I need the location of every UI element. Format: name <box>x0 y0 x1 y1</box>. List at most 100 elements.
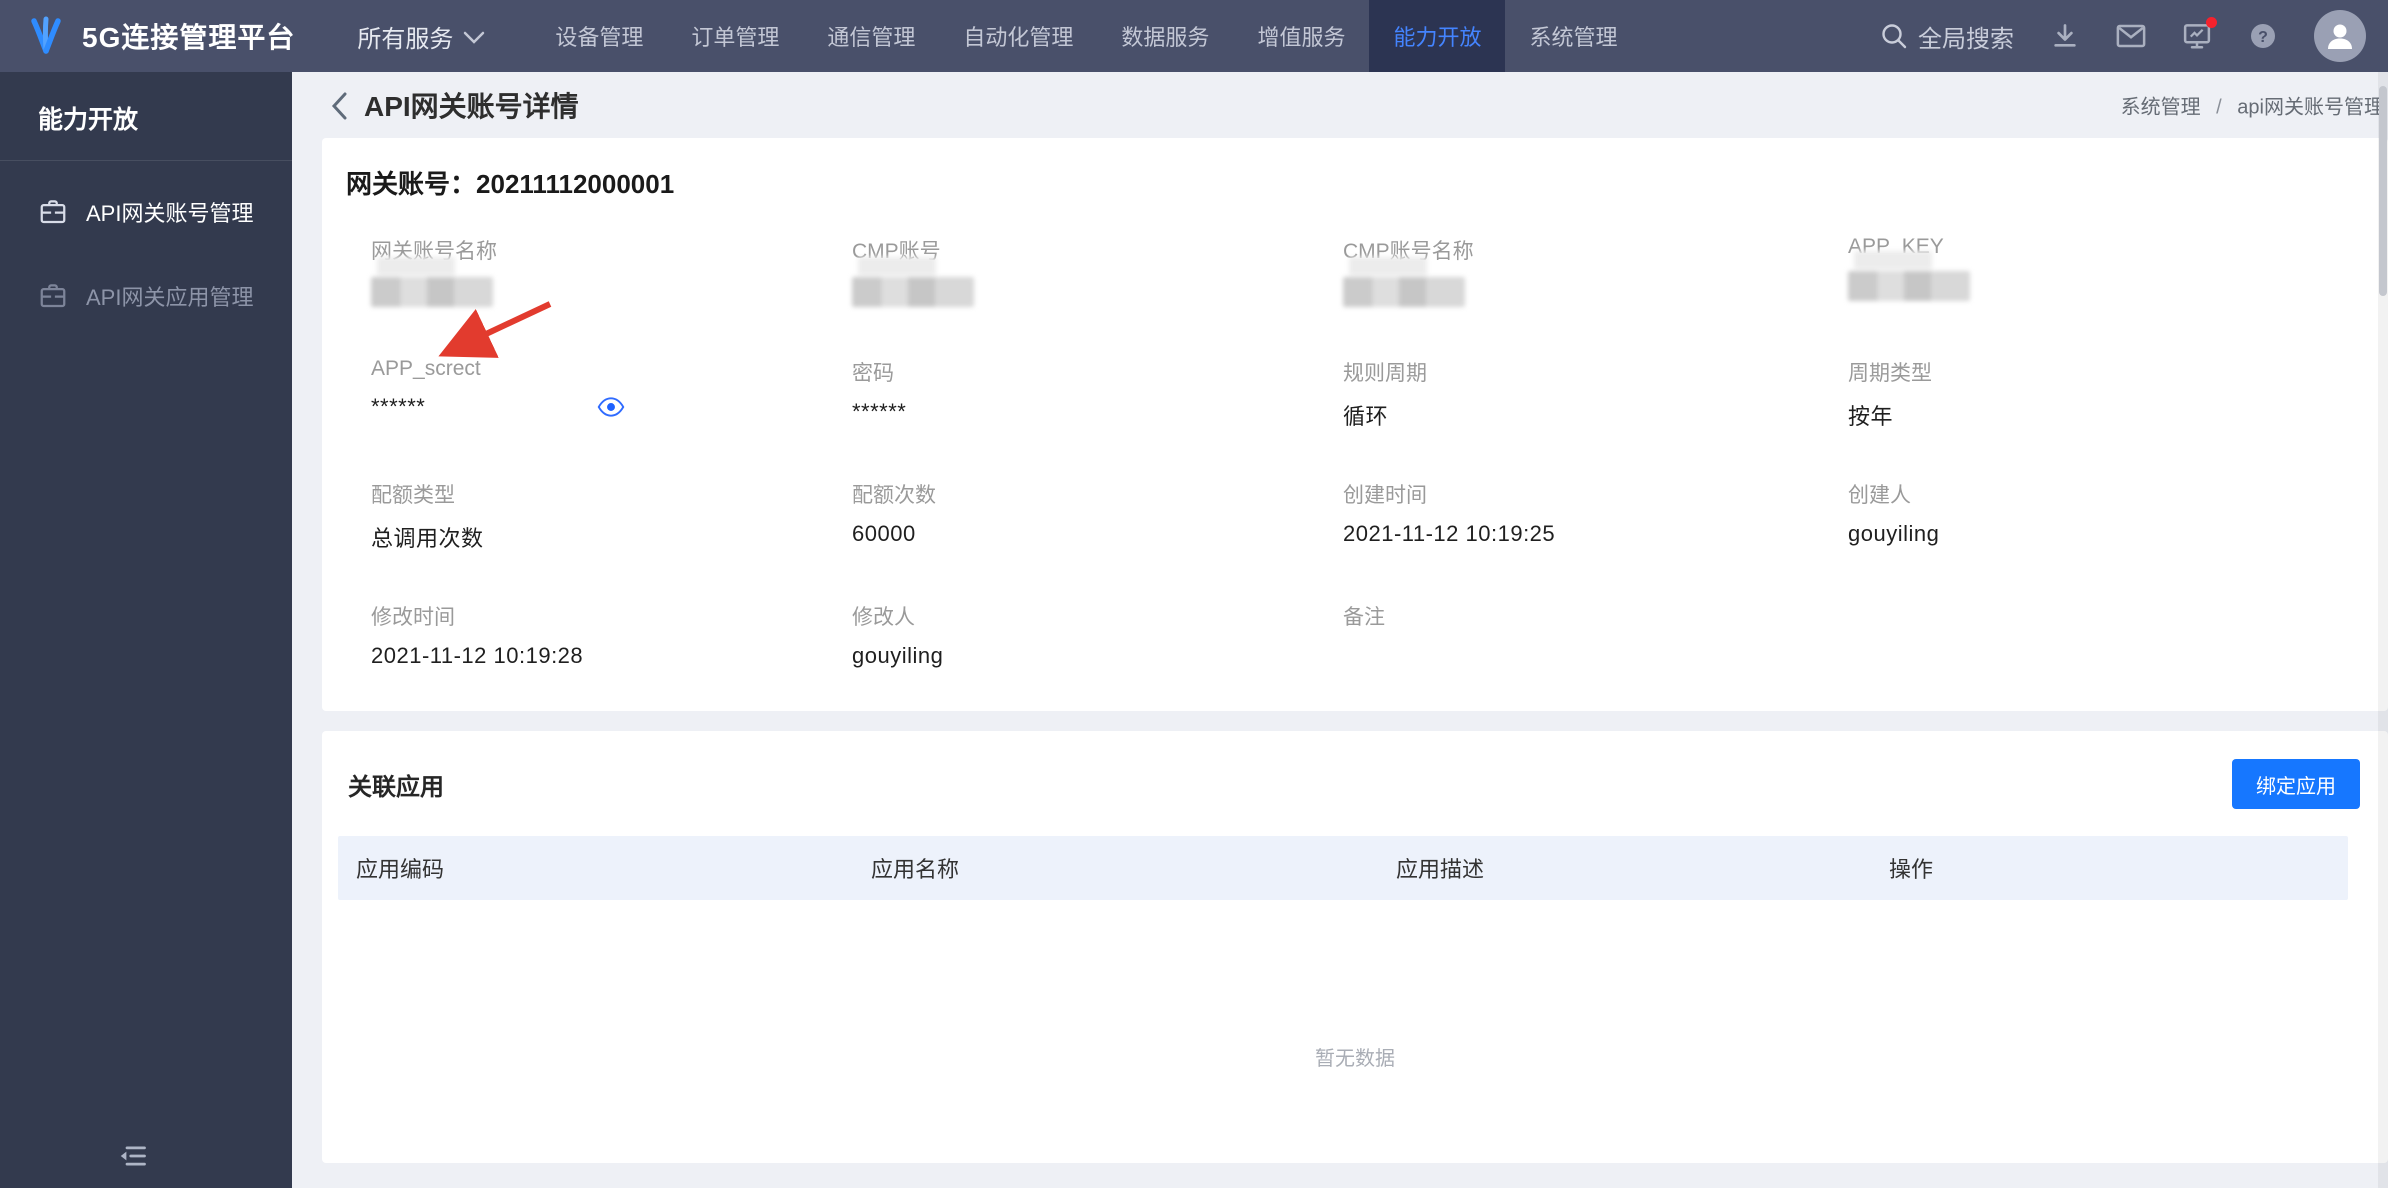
topnav: 设备管理 订单管理 通信管理 自动化管理 数据服务 增值服务 能力开放 系统管理 <box>531 0 1641 72</box>
field-label: 配额类型 <box>371 484 455 507</box>
detail-field: CMP账号 <box>852 235 1343 357</box>
table-column-header: 应用名称 <box>871 857 960 882</box>
topbar-nav-item-label: 数据服务 <box>1121 25 1210 50</box>
field-value-text: 总调用次数 <box>371 526 484 551</box>
detail-field: 周期类型 按年 <box>1848 357 2388 479</box>
avatar[interactable] <box>2314 10 2366 62</box>
field-value-text: ****** <box>852 399 907 424</box>
field-value: 按年 <box>1848 399 2388 431</box>
page-head: API网关账号详情 系统管理 / api网关账号管理 <box>292 72 2388 138</box>
field-label: 规则周期 <box>1343 362 1427 385</box>
field-label: 创建时间 <box>1343 484 1427 507</box>
topbar-nav-item[interactable]: 设备管理 <box>531 0 667 72</box>
redacted-value-block <box>1343 257 1465 307</box>
redacted-value-block <box>1848 251 1970 301</box>
related-apps-card: 关联应用 绑定应用 应用编码 应用名称 应用描述 操作 暂无数据 <box>322 731 2388 1163</box>
empty-state-text: 暂无数据 <box>1315 1048 1395 1070</box>
account-detail-card: 网关账号：20211112000001 网关账号名称 CMP账号 CMP账号名称… <box>322 138 2388 711</box>
field-value-text: 60000 <box>852 521 916 546</box>
field-value: ****** <box>852 399 1343 425</box>
topbar-nav-item[interactable]: 增值服务 <box>1233 0 1369 72</box>
field-value: ****** <box>371 393 852 421</box>
search-icon <box>1882 24 1907 49</box>
topbar-nav-item[interactable]: 订单管理 <box>667 0 803 72</box>
global-search-label: 全局搜索 <box>1918 25 2014 53</box>
detail-field: 创建时间 2021-11-12 10:19:25 <box>1343 479 1848 601</box>
sidebar: 能力开放 API网关账号管理 API网关应用管理 <box>0 72 292 1188</box>
field-value: 2021-11-12 10:19:25 <box>1343 521 1848 547</box>
field-value <box>852 257 1343 307</box>
breadcrumb: 系统管理 / api网关账号管理 <box>2121 91 2384 120</box>
field-value: gouyiling <box>852 643 1343 669</box>
redacted-value-block <box>852 257 974 307</box>
field-value-text: 2021-11-12 10:19:25 <box>1343 521 1556 546</box>
sidebar-item-label: API网关应用管理 <box>86 285 254 310</box>
monitor-icon[interactable] <box>2182 17 2217 51</box>
back-icon[interactable] <box>330 91 348 121</box>
breadcrumb-item[interactable]: 系统管理 <box>2121 97 2201 119</box>
detail-field: 配额次数 60000 <box>852 479 1343 601</box>
mail-icon[interactable] <box>2116 21 2146 51</box>
global-search[interactable]: 全局搜索 <box>1880 19 2014 54</box>
table-column-header: 应用编码 <box>356 857 445 882</box>
topbar-nav-item[interactable]: 能力开放 <box>1369 0 1506 72</box>
topbar-nav-item-label: 设备管理 <box>555 25 644 50</box>
field-value <box>1343 257 1848 307</box>
detail-field: 配额类型 总调用次数 <box>371 479 852 601</box>
field-value: 循环 <box>1343 399 1848 431</box>
field-label: 备注 <box>1343 606 1385 629</box>
brand: 5G连接管理平台 <box>24 14 295 58</box>
main-content: API网关账号详情 系统管理 / api网关账号管理 网关账号：20211112… <box>292 72 2388 1188</box>
fields-grid: 网关账号名称 CMP账号 CMP账号名称 APP_KEY APP_screct … <box>371 235 2388 711</box>
notification-badge <box>2206 17 2217 28</box>
related-card-title: 关联应用 <box>348 774 444 801</box>
topbar-nav-item[interactable]: 数据服务 <box>1097 0 1233 72</box>
detail-field: 规则周期 循环 <box>1343 357 1848 479</box>
detail-field: 修改人 gouyiling <box>852 601 1343 711</box>
detail-field: 密码 ****** <box>852 357 1343 479</box>
account-title-value: 20211112000001 <box>476 169 675 199</box>
topbar-nav-item[interactable]: 自动化管理 <box>939 0 1097 72</box>
field-label: 周期类型 <box>1848 362 1932 385</box>
account-title-label: 网关账号 <box>346 169 451 199</box>
topbar-nav-item-label: 通信管理 <box>827 25 916 50</box>
chevron-down-icon <box>464 31 485 44</box>
sidebar-item[interactable]: API网关账号管理 <box>0 179 292 245</box>
sidebar-item[interactable]: API网关应用管理 <box>0 263 292 329</box>
menu-fold-icon[interactable] <box>112 1136 152 1176</box>
sidebar-divider <box>0 160 292 161</box>
field-value: 总调用次数 <box>371 521 852 553</box>
field-value-text: gouyiling <box>1848 521 1940 546</box>
field-label: 修改时间 <box>371 606 455 629</box>
all-services-menu[interactable]: 所有服务 <box>357 19 485 54</box>
bind-app-button[interactable]: 绑定应用 <box>2232 759 2360 809</box>
sidebar-item-label: API网关账号管理 <box>86 201 254 226</box>
breadcrumb-separator: / <box>2216 96 2222 119</box>
redacted-value-block <box>371 257 493 307</box>
table-column-header: 应用描述 <box>1396 857 1485 882</box>
topbar-nav-item[interactable]: 系统管理 <box>1505 0 1641 72</box>
brand-title: 5G连接管理平台 <box>82 22 296 53</box>
field-label: 配额次数 <box>852 484 936 507</box>
briefcase-icon <box>38 281 68 311</box>
help-icon[interactable]: ? <box>2248 21 2278 51</box>
brand-logo-icon <box>31 16 61 54</box>
topbar-nav-item-label: 增值服务 <box>1257 25 1346 50</box>
scrollbar-track[interactable] <box>2378 72 2388 1188</box>
field-value-text: 循环 <box>1343 404 1389 429</box>
related-table-header: 应用编码 应用名称 应用描述 操作 <box>338 836 2348 900</box>
detail-field: APP_screct ****** <box>371 357 852 479</box>
field-value: 2021-11-12 10:19:28 <box>371 643 852 669</box>
detail-field: APP_KEY <box>1848 235 2388 357</box>
topbar-nav-item[interactable]: 通信管理 <box>803 0 939 72</box>
topbar-nav-item-label: 能力开放 <box>1393 25 1482 50</box>
scrollbar-thumb[interactable] <box>2379 86 2387 296</box>
topbar: 5G连接管理平台 所有服务 设备管理 订单管理 通信管理 自动化管理 数据服务 <box>0 0 2388 72</box>
field-label: 创建人 <box>1848 484 1911 507</box>
account-title-separator: ： <box>450 169 477 199</box>
detail-field: 网关账号名称 <box>371 235 852 357</box>
download-icon[interactable] <box>2050 21 2080 51</box>
all-services-label: 所有服务 <box>357 25 454 53</box>
field-value <box>371 257 852 307</box>
eye-icon[interactable] <box>597 393 625 421</box>
